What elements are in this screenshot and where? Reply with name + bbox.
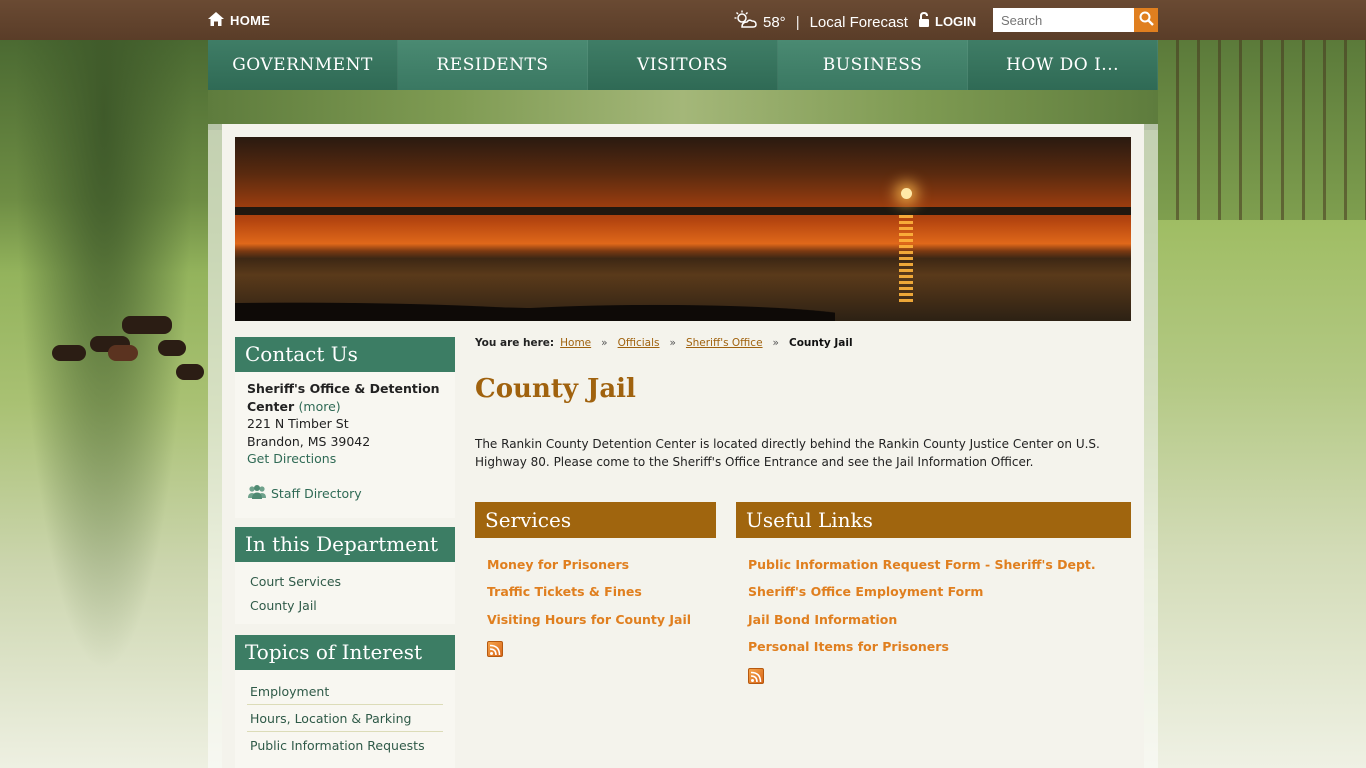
- breadcrumb: You are here: Home » Officials » Sheriff…: [475, 337, 853, 349]
- nav-visitors[interactable]: VISITORS: [588, 40, 778, 90]
- get-directions-link[interactable]: Get Directions: [247, 451, 336, 466]
- background-meadow: [1158, 220, 1366, 768]
- rss-feed-icon[interactable]: [487, 641, 503, 657]
- main-navigation: GOVERNMENT RESIDENTS VISITORS BUSINESS H…: [208, 40, 1158, 90]
- topic-item-public-information-requests[interactable]: Public Information Requests: [247, 732, 443, 759]
- cow-silhouette: [52, 345, 86, 361]
- weather-divider: |: [795, 13, 800, 31]
- service-link-visiting-hours[interactable]: Visiting Hours for County Jail: [487, 612, 691, 627]
- contact-street: 221 N Timber St: [247, 416, 349, 431]
- search-button[interactable]: [1134, 8, 1158, 32]
- useful-link-jail-bond-information[interactable]: Jail Bond Information: [748, 612, 897, 627]
- contact-us-heading: Contact Us: [235, 337, 455, 372]
- service-link-traffic-tickets-fines[interactable]: Traffic Tickets & Fines: [487, 584, 642, 599]
- topics-of-interest-heading: Topics of Interest: [235, 635, 455, 670]
- rss-feed-icon[interactable]: [748, 668, 764, 684]
- department-panel: [235, 562, 455, 624]
- home-label: HOME: [230, 13, 271, 28]
- staff-directory-label: Staff Directory: [271, 486, 362, 501]
- staff-group-icon: [247, 484, 267, 503]
- cow-silhouette: [122, 316, 172, 334]
- nav-government[interactable]: GOVERNMENT: [208, 40, 398, 90]
- staff-directory-link[interactable]: Staff Directory: [247, 484, 362, 503]
- breadcrumb-label: You are here:: [475, 337, 555, 349]
- cow-silhouette: [158, 340, 186, 356]
- page-title: County Jail: [475, 374, 636, 404]
- contact-office-name: Sheriff's Office & Detention Center (mor…: [247, 380, 447, 416]
- local-forecast-link[interactable]: Local Forecast: [810, 14, 908, 31]
- topic-item-employment[interactable]: Employment: [247, 678, 443, 705]
- page-intro-text: The Rankin County Detention Center is lo…: [475, 437, 1100, 469]
- search-input[interactable]: [993, 8, 1134, 32]
- search-box: [993, 8, 1158, 32]
- useful-link-employment-form[interactable]: Sheriff's Office Employment Form: [748, 584, 983, 599]
- breadcrumb-sheriffs-office-link[interactable]: Sheriff's Office: [686, 337, 763, 349]
- contact-more-link[interactable]: (more): [299, 399, 341, 414]
- search-icon: [1139, 11, 1154, 29]
- banner-sun: [901, 188, 912, 199]
- nav-how-do-i[interactable]: HOW DO I...: [968, 40, 1158, 90]
- services-heading: Services: [475, 502, 716, 538]
- breadcrumb-separator: »: [772, 337, 779, 349]
- sunset-banner-image: [235, 137, 1131, 321]
- breadcrumb-separator: »: [601, 337, 608, 349]
- partly-cloudy-icon: [733, 10, 757, 34]
- dept-item-court-services[interactable]: Court Services: [250, 574, 341, 589]
- dept-item-county-jail[interactable]: County Jail: [250, 598, 317, 613]
- cow-silhouette: [176, 364, 204, 380]
- breadcrumb-separator: »: [669, 337, 676, 349]
- topic-item-hours-location-parking[interactable]: Hours, Location & Parking: [247, 705, 443, 732]
- nav-business[interactable]: BUSINESS: [778, 40, 968, 90]
- home-link[interactable]: HOME: [208, 12, 270, 29]
- login-link[interactable]: LOGIN: [918, 11, 977, 30]
- weather-widget[interactable]: 58° | Local Forecast: [733, 10, 908, 34]
- banner-horizon: [235, 207, 1131, 215]
- banner-reflection: [899, 215, 913, 305]
- useful-links-heading: Useful Links: [736, 502, 1131, 538]
- in-this-department-heading: In this Department: [235, 527, 455, 562]
- lock-icon: [918, 11, 930, 30]
- breadcrumb-officials-link[interactable]: Officials: [618, 337, 660, 349]
- background-pasture-left: [0, 40, 208, 768]
- top-bar: HOME 58° | Local Forecast LOGIN: [0, 0, 1366, 40]
- login-label: LOGIN: [935, 13, 977, 29]
- weather-temperature: 58°: [763, 13, 786, 31]
- useful-link-personal-items[interactable]: Personal Items for Prisoners: [748, 639, 949, 654]
- breadcrumb-home-link[interactable]: Home: [560, 337, 591, 349]
- cow-silhouette: [108, 345, 138, 361]
- contact-office-name-text: Sheriff's Office & Detention Center: [247, 381, 440, 414]
- home-icon: [208, 12, 224, 29]
- contact-city: Brandon, MS 39042: [247, 434, 371, 449]
- breadcrumb-current: County Jail: [788, 337, 853, 349]
- background-forest-right: [1158, 40, 1366, 768]
- useful-link-public-information-request[interactable]: Public Information Request Form - Sherif…: [748, 557, 1096, 572]
- nav-residents[interactable]: RESIDENTS: [398, 40, 588, 90]
- banner-rocks: [235, 289, 835, 321]
- service-link-money-for-prisoners[interactable]: Money for Prisoners: [487, 557, 629, 572]
